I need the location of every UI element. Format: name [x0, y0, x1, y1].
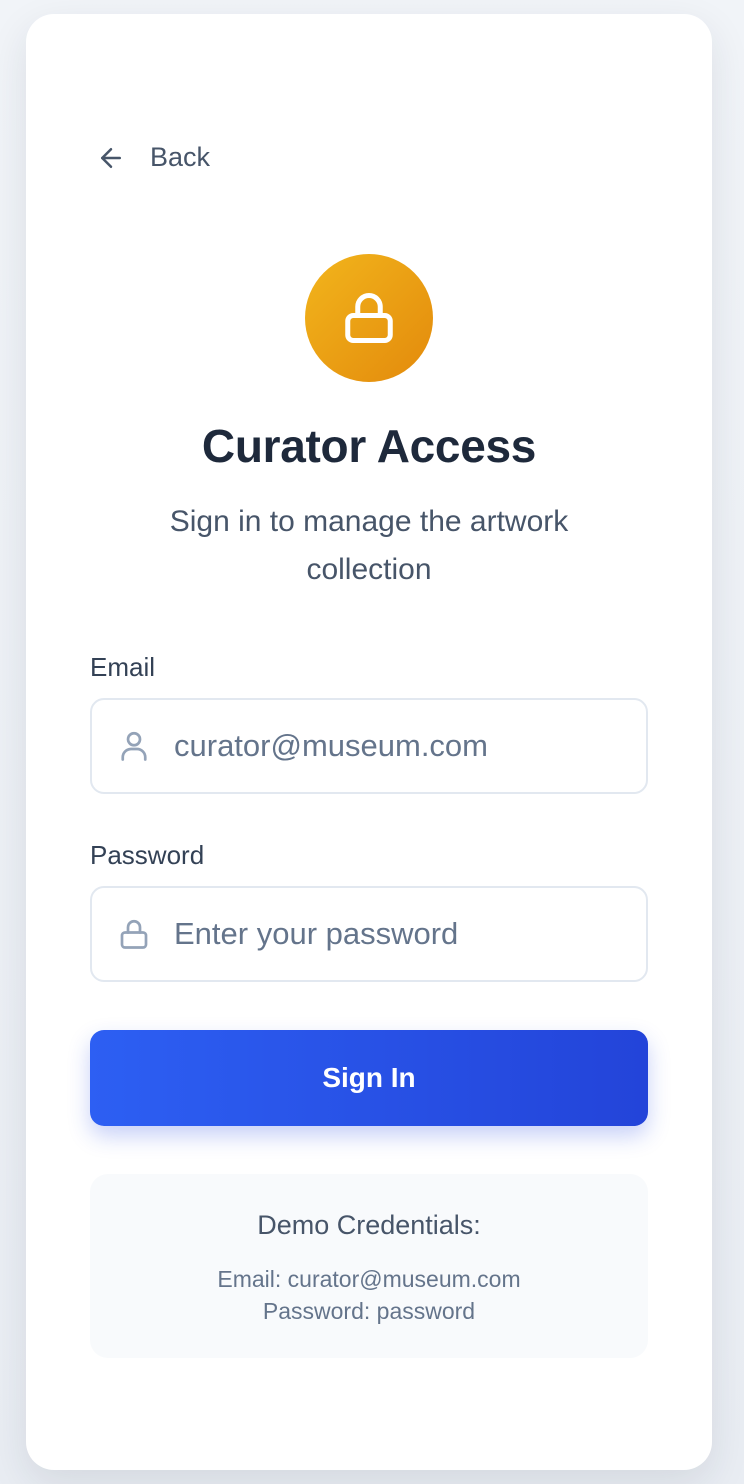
page-subtitle: Sign in to manage the artwork collection	[169, 505, 569, 586]
sign-in-button[interactable]: Sign In	[90, 1030, 648, 1126]
demo-email-line: Email: curator@museum.com	[217, 1266, 521, 1292]
password-field[interactable]	[174, 916, 624, 952]
login-card: Back Curator Access Sign in to manage th…	[26, 14, 712, 1470]
password-label: Password	[90, 840, 205, 870]
demo-credentials-title: Demo Credentials:	[257, 1210, 481, 1240]
lock-icon	[120, 919, 148, 949]
email-label: Email	[90, 652, 156, 682]
back-label: Back	[150, 142, 211, 172]
email-field[interactable]	[174, 728, 624, 764]
user-icon	[121, 731, 147, 761]
arrow-left-icon	[101, 147, 121, 168]
page-title: Curator Access	[201, 420, 537, 472]
email-field-container	[90, 698, 648, 794]
back-button[interactable]: Back	[96, 142, 210, 173]
demo-credentials-box: Demo Credentials: Email: curator@museum.…	[90, 1174, 648, 1358]
lock-icon	[345, 293, 393, 343]
lock-badge	[305, 254, 433, 382]
password-field-container	[90, 886, 648, 982]
demo-password-line: Password: password	[262, 1298, 476, 1324]
